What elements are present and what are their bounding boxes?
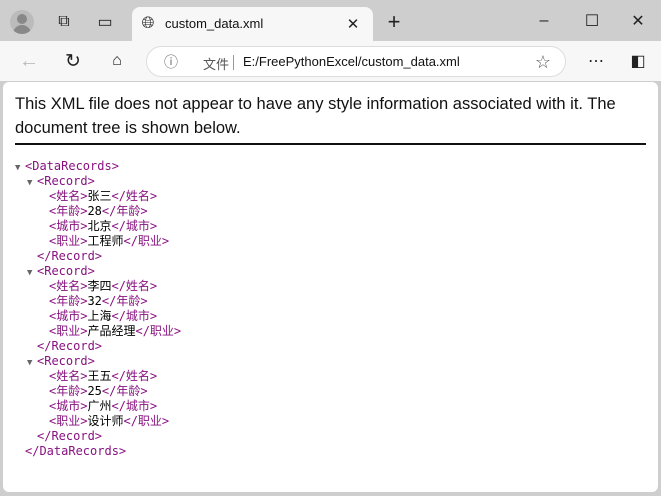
field-line: <年龄>25</年龄> <box>15 384 181 399</box>
info-icon[interactable]: ⓘ <box>161 52 181 72</box>
open-tag: <姓名> <box>49 279 88 293</box>
collapse-arrow-icon[interactable]: ▼ <box>15 161 25 176</box>
field-line: <姓名>王五</姓名> <box>15 369 181 384</box>
close-tag: </城市> <box>111 219 158 233</box>
open-tag: <年龄> <box>49 294 88 308</box>
close-tag: </Record> <box>37 249 103 263</box>
close-tag: </DataRecords> <box>25 444 127 458</box>
close-tag: </职业> <box>123 234 170 248</box>
close-window-icon[interactable]: ✕ <box>626 10 650 32</box>
field-value: 产品经理 <box>87 324 136 338</box>
close-tag: </年龄> <box>101 294 148 308</box>
open-tag: <年龄> <box>49 204 88 218</box>
field-value: 32 <box>87 294 102 308</box>
page-content: This XML file does not appear to have an… <box>3 82 658 492</box>
open-tag: <城市> <box>49 309 88 323</box>
close-tag: </Record> <box>37 429 103 443</box>
close-tag: </姓名> <box>111 189 158 203</box>
record-open[interactable]: ▼ <Record> <box>15 264 181 279</box>
field-line: <职业>产品经理</职业> <box>15 324 181 339</box>
open-tag: <Record> <box>37 264 95 278</box>
close-tag: </姓名> <box>111 279 158 293</box>
field-line: <年龄>32</年龄> <box>15 294 181 309</box>
open-tag: <年龄> <box>49 384 88 398</box>
field-value: 广州 <box>87 399 112 413</box>
field-value: 李四 <box>87 279 112 293</box>
field-value: 25 <box>87 384 102 398</box>
xml-tree: ▼ <DataRecords> ▼ <Record> <姓名>张三</姓名> <年龄>28… <box>15 159 181 459</box>
field-value: 上海 <box>87 309 112 323</box>
sidebar-toggle-icon[interactable]: ◧ <box>627 50 649 72</box>
field-value: 张三 <box>87 189 112 203</box>
field-line: <城市>广州</城市> <box>15 399 181 414</box>
address-label: 文件 <box>203 57 230 72</box>
favorite-star-icon[interactable]: ☆ <box>532 52 554 72</box>
address-divider <box>233 55 234 70</box>
field-value: 工程师 <box>87 234 124 248</box>
record-close: </Record> <box>15 429 181 444</box>
tab-bar: ⧉ ▭ 🌐︎ custom_data.xml ✕ + – ☐ ✕ <box>0 0 661 41</box>
tab-actions-icon[interactable]: ▭ <box>95 12 115 32</box>
field-value: 28 <box>87 204 102 218</box>
field-line: <职业>设计师</职业> <box>15 414 181 429</box>
root-close: </DataRecords> <box>15 444 181 459</box>
close-tag: </城市> <box>111 399 158 413</box>
divider <box>15 143 646 145</box>
close-tag: </职业> <box>135 324 182 338</box>
refresh-icon[interactable]: ↻ <box>62 50 84 72</box>
close-tag: </职业> <box>123 414 170 428</box>
record-close: </Record> <box>15 249 181 264</box>
tab-custom-data[interactable]: 🌐︎ custom_data.xml ✕ <box>132 7 373 41</box>
open-tag: <职业> <box>49 414 88 428</box>
record-close: </Record> <box>15 339 181 354</box>
address-bar[interactable]: ⓘ 文件 E:/FreePythonExcel/custom_data.xml … <box>146 46 566 77</box>
field-line: <年龄>28</年龄> <box>15 204 181 219</box>
close-tag: </姓名> <box>111 369 158 383</box>
field-line: <姓名>张三</姓名> <box>15 189 181 204</box>
close-tag: </Record> <box>37 339 103 353</box>
open-tag: <职业> <box>49 234 88 248</box>
field-value: 北京 <box>87 219 112 233</box>
close-tab-icon[interactable]: ✕ <box>343 14 363 34</box>
back-icon[interactable]: ← <box>18 50 40 72</box>
record-open[interactable]: ▼ <Record> <box>15 174 181 189</box>
open-tag: <城市> <box>49 399 88 413</box>
open-tag: <Record> <box>37 174 95 188</box>
open-tag: <职业> <box>49 324 88 338</box>
close-tag: </城市> <box>111 309 158 323</box>
minimize-icon[interactable]: – <box>532 10 556 32</box>
field-value: 设计师 <box>87 414 124 428</box>
field-line: <城市>北京</城市> <box>15 219 181 234</box>
field-line: <姓名>李四</姓名> <box>15 279 181 294</box>
field-line: <城市>上海</城市> <box>15 309 181 324</box>
collapse-arrow-icon[interactable]: ▼ <box>27 356 37 371</box>
open-tag: <DataRecords> <box>25 159 119 173</box>
toolbar: ← ↻ ⌂ ⓘ 文件 E:/FreePythonExcel/custom_dat… <box>0 41 661 81</box>
globe-icon: 🌐︎ <box>141 15 155 32</box>
close-tag: </年龄> <box>101 384 148 398</box>
open-tag: <姓名> <box>49 369 88 383</box>
field-value: 王五 <box>87 369 112 383</box>
tab-title: custom_data.xml <box>165 16 264 31</box>
collapse-arrow-icon[interactable]: ▼ <box>27 176 37 191</box>
profile-avatar[interactable] <box>10 10 34 34</box>
open-tag: <Record> <box>37 354 95 368</box>
record-open[interactable]: ▼ <Record> <box>15 354 181 369</box>
close-tag: </年龄> <box>101 204 148 218</box>
open-tag: <城市> <box>49 219 88 233</box>
address-url[interactable]: E:/FreePythonExcel/custom_data.xml <box>243 54 460 69</box>
home-icon[interactable]: ⌂ <box>106 50 128 72</box>
open-tag: <姓名> <box>49 189 88 203</box>
workspaces-icon[interactable]: ⧉ <box>54 12 74 32</box>
new-tab-icon[interactable]: + <box>382 9 406 34</box>
collapse-arrow-icon[interactable]: ▼ <box>27 266 37 281</box>
no-style-message: This XML file does not appear to have an… <box>15 95 616 137</box>
root-open[interactable]: ▼ <DataRecords> <box>15 159 181 174</box>
more-menu-icon[interactable]: ⋯ <box>585 50 607 72</box>
maximize-icon[interactable]: ☐ <box>580 10 604 32</box>
field-line: <职业>工程师</职业> <box>15 234 181 249</box>
